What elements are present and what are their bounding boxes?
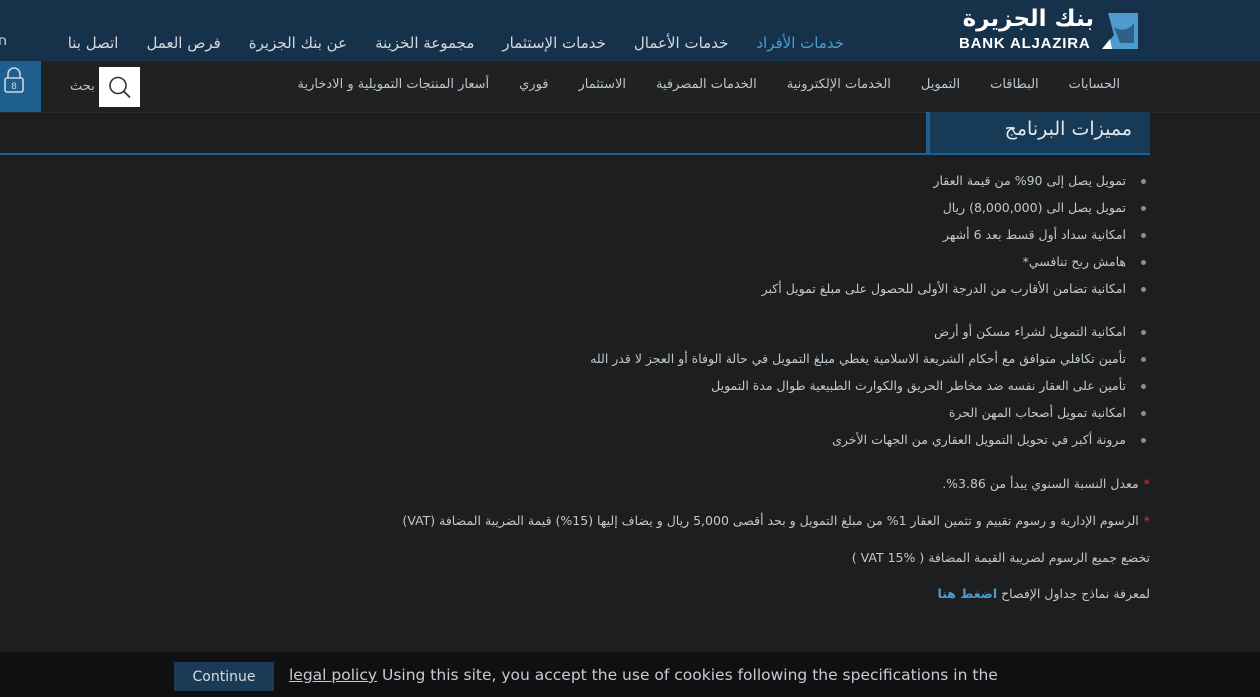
section-title: مميزات البرنامج — [1004, 118, 1132, 140]
list-item: امكانية تضامن الأقارب من الدرجة الأولى ل… — [350, 280, 1150, 307]
cookie-message-text: Using this site, you accept the use of c… — [377, 666, 998, 684]
schedule-note: لمعرفة نماذج جداول الإفصاح اضغط هنا — [938, 586, 1151, 601]
list-item: مرونة أكبر في تحويل التمويل العقاري من ا… — [350, 431, 1150, 458]
bank-logo-icon — [1102, 13, 1138, 49]
list-item: تمويل يصل إلى 90% من قيمة العقار — [350, 172, 1150, 199]
subnav-banking-services[interactable]: الخدمات المصرفية — [641, 77, 772, 92]
search-icon — [109, 76, 131, 99]
nav-investment-services[interactable]: خدمات الإستثمار — [488, 34, 619, 52]
required-star-icon: * — [1143, 513, 1150, 528]
subnav-accounts[interactable]: الحسابات — [1054, 77, 1135, 92]
nav-about-bank[interactable]: عن بنك الجزيرة — [235, 34, 361, 52]
list-item: هامش ربح تنافسي* — [350, 253, 1150, 280]
list-item: امكانية تمويل أصحاب المهن الحرة — [350, 404, 1150, 431]
vat-note-text: تخضع جميع الرسوم لضريبة القيمة المضافة (… — [851, 550, 1150, 565]
section-title-tab: مميزات البرنامج — [926, 112, 1150, 153]
required-star-icon: * — [1143, 476, 1150, 491]
cookie-consent-bar: Continue legal policy Using this site, y… — [0, 652, 1260, 697]
legal-policy-link[interactable]: legal policy — [289, 666, 377, 684]
section-divider — [0, 153, 1150, 155]
logo-arabic-text: بنك الجزيرة — [962, 6, 1094, 32]
list-item: تأمين تكافلي متوافق مع أحكام الشريعة الا… — [350, 350, 1150, 377]
vat-note: تخضع جميع الرسوم لضريبة القيمة المضافة (… — [852, 550, 1150, 565]
subnav-e-services[interactable]: الخدمات الإلكترونية — [772, 77, 906, 92]
nav-personal-services[interactable]: خدمات الأفراد — [742, 34, 858, 52]
nav-contact-us[interactable]: اتصل بنا — [54, 34, 133, 52]
sub-navigation: الحسابات البطاقات التمويل الخدمات الإلكت… — [283, 77, 1135, 92]
subnav-financing[interactable]: التمويل — [906, 77, 975, 92]
sub-navigation-bar: الحسابات البطاقات التمويل الخدمات الإلكت… — [0, 61, 1260, 113]
nav-careers[interactable]: فرص العمل — [132, 34, 234, 52]
fees-note: * الرسوم الإدارية و رسوم تقييم و تثمين ال… — [402, 513, 1150, 528]
search-label[interactable]: بحث — [70, 79, 95, 94]
fees-note-text: الرسوم الإدارية و رسوم تقييم و تثمين الع… — [402, 513, 1139, 528]
nav-treasury-group[interactable]: مجموعة الخزينة — [361, 34, 488, 52]
rate-note: * معدل النسبة السنوي يبدأ من 3.86%. — [942, 476, 1150, 491]
rate-note-text: معدل النسبة السنوي يبدأ من 3.86%. — [942, 476, 1139, 491]
logo-english-text: BANK ALJAZIRA — [959, 35, 1091, 52]
list-item: تأمين على العقار نفسه ضد مخاطر الحريق وا… — [350, 377, 1150, 404]
lock-badge: 8 — [11, 82, 17, 92]
cookie-message: legal policy Using this site, you accept… — [289, 666, 998, 684]
list-item: امكانية التمويل لشراء مسكن أو أرض — [350, 323, 1150, 350]
subnav-investment[interactable]: الاستثمار — [564, 77, 642, 92]
subnav-fawri[interactable]: فوري — [504, 77, 563, 92]
main-navigation: خدمات الأفراد خدمات الأعمال خدمات الإستث… — [54, 31, 858, 55]
schedule-note-text: لمعرفة نماذج جداول الإفصاح — [1001, 586, 1150, 601]
cookie-continue-button[interactable]: Continue — [174, 662, 274, 691]
schedule-link[interactable]: اضغط هنا — [938, 586, 998, 601]
subnav-product-rates[interactable]: أسعار المنتجات التمويلية و الادخارية — [283, 77, 505, 92]
features-list: تمويل يصل إلى 90% من قيمة العقار تمويل ي… — [350, 172, 1150, 458]
lock-icon: 8 — [4, 67, 24, 93]
nav-business-services[interactable]: خدمات الأعمال — [620, 34, 742, 52]
bank-logo[interactable]: بنك الجزيرة BANK ALJAZIRA — [958, 6, 1142, 54]
subnav-cards[interactable]: البطاقات — [975, 77, 1054, 92]
section-header: مميزات البرنامج — [0, 112, 1150, 155]
list-item: تمويل يصل الى (8,000,000) ريال — [350, 199, 1150, 226]
nav-edge-truncated[interactable]: ח — [0, 33, 7, 49]
top-header: بنك الجزيرة BANK ALJAZIRA خدمات الأفراد … — [0, 0, 1260, 61]
list-item: امكانية سداد أول قسط بعد 6 أشهر — [350, 226, 1150, 253]
search-button[interactable] — [99, 67, 140, 107]
online-banking-login-button[interactable]: 8 — [0, 61, 41, 112]
